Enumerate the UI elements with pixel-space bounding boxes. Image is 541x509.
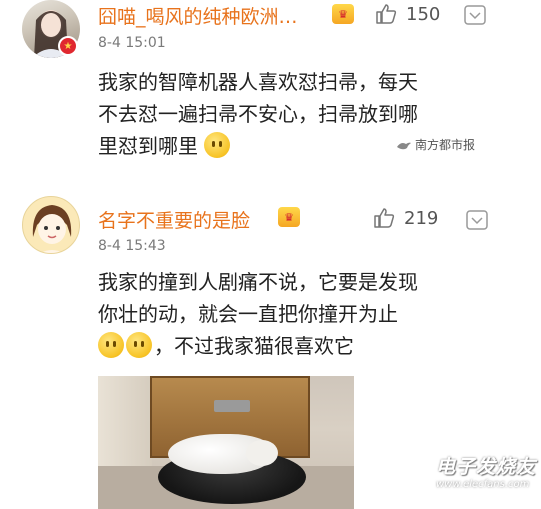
thumbs-up-icon — [376, 4, 397, 24]
smirk-emoji-icon — [98, 332, 124, 358]
like-button[interactable]: 150 — [374, 2, 440, 26]
cabinet-handle — [214, 400, 250, 412]
comment-line: 我家的智障机器人喜欢怼扫帚，每天 — [98, 70, 418, 94]
thumbs-up-icon — [374, 208, 395, 228]
source-name: 南方都市报 — [415, 138, 476, 152]
username[interactable]: 名字不重要的是脸 — [98, 206, 250, 233]
like-count: 219 — [404, 207, 439, 229]
comment-item: ★ 囧喵_喝风的纯种欧洲… ♛ 8-4 15:01 150 我家的智障机器人喜欢… — [0, 0, 541, 190]
comment-line-text: 里怼到哪里 — [98, 134, 198, 158]
like-count: 150 — [406, 3, 441, 25]
site-url: www.elecfans.com — [436, 479, 530, 490]
site-name: 电子发烧友 — [436, 456, 537, 478]
bird-logo-icon — [397, 142, 411, 149]
timestamp: 8-4 15:43 — [98, 238, 166, 254]
comment-line: 我家的撞到人剧痛不说，它要是发现 — [98, 270, 418, 294]
elecfans-logo-icon — [398, 460, 428, 483]
cat-head — [246, 440, 278, 466]
site-watermark: 电子发烧友 www.elecfans.com — [396, 452, 536, 490]
like-button[interactable]: 219 — [372, 206, 438, 230]
thinking-emoji-icon — [204, 132, 231, 158]
timestamp: 8-4 15:01 — [98, 35, 166, 51]
comment-item: 名字不重要的是脸 ♛ 8-4 15:43 219 我家的撞到人剧痛不说，它要是发… — [0, 190, 541, 509]
username[interactable]: 囧喵_喝风的纯种欧洲… — [98, 2, 298, 29]
verified-badge-icon: ★ — [58, 36, 78, 56]
comment-photo[interactable] — [98, 376, 354, 509]
comment-line: 你壮的动，就会一直把你撞开为止 — [98, 302, 398, 326]
avatar[interactable] — [22, 196, 80, 254]
comment-line: 不去怼一遍扫帚不安心，扫帚放到哪 — [98, 102, 418, 126]
vip-crown-icon: ♛ — [332, 4, 354, 24]
vip-crown-icon: ♛ — [278, 207, 300, 227]
comment-line-last: ，不过我家猫很喜欢它 — [98, 330, 458, 362]
comment-text: 我家的撞到人剧痛不说，它要是发现 你壮的动，就会一直把你撞开为止 ，不过我家猫很… — [98, 266, 458, 362]
dropdown-menu-icon[interactable] — [464, 5, 486, 25]
smirk-emoji-icon — [126, 332, 152, 358]
comment-line-text: ，不过我家猫很喜欢它 — [154, 334, 354, 358]
dropdown-menu-icon[interactable] — [466, 210, 488, 230]
source-watermark: 南方都市报 — [396, 136, 475, 153]
